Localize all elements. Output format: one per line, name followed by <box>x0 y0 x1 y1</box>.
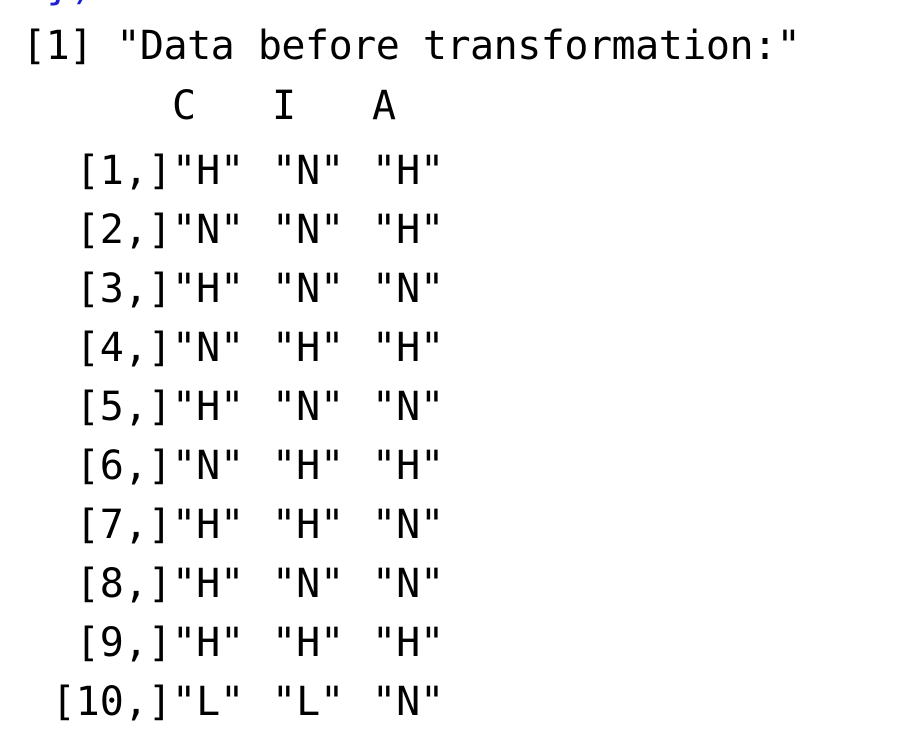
print-output-line: [1] "Data before transformation:" <box>22 23 801 69</box>
cell-c: "N" <box>172 443 245 489</box>
matrix-row: [1,]"H" "N" "H" <box>22 142 472 201</box>
cell-a: "H" <box>372 148 445 194</box>
cell-a: "H" <box>372 207 445 253</box>
cell-i: "N" <box>272 561 345 607</box>
cell-a: "N" <box>372 384 445 430</box>
col-header-i: I <box>272 83 297 129</box>
row-name: [5,] <box>75 384 172 430</box>
row-name: [8,] <box>75 561 172 607</box>
cell-a: "H" <box>372 325 445 371</box>
matrix-row: [7,]"H" "H" "N" <box>22 496 472 555</box>
cell-c: "H" <box>172 266 245 312</box>
row-name: [10,] <box>51 679 172 725</box>
matrix-row: [3,]"H" "N" "N" <box>22 260 472 319</box>
cell-c: "H" <box>172 620 245 666</box>
cell-i: "H" <box>272 620 345 666</box>
matrix-row: [6,]"N" "H" "H" <box>22 437 472 496</box>
row-name: [6,] <box>75 443 172 489</box>
cell-a: "N" <box>372 561 445 607</box>
row-name: [3,] <box>75 266 172 312</box>
col-header-c: C <box>172 83 197 129</box>
cell-a: "H" <box>372 443 445 489</box>
cell-c: "N" <box>172 207 245 253</box>
matrix-row: [10,]"L" "L" "N" <box>22 673 472 732</box>
cell-a: "N" <box>372 266 445 312</box>
cell-c: "H" <box>172 561 245 607</box>
cell-i: "H" <box>272 502 345 548</box>
matrix-row: [8,]"H" "N" "N" <box>22 555 472 614</box>
r-console-output: …}) [1] "Data before transformation:" C I… <box>0 0 900 748</box>
cell-c: "L" <box>172 679 245 725</box>
cell-i: "N" <box>272 384 345 430</box>
cell-a: "H" <box>372 620 445 666</box>
row-name: [9,] <box>75 620 172 666</box>
cell-i: "H" <box>272 443 345 489</box>
row-name: [1,] <box>75 148 172 194</box>
matrix-row: [9,]"H" "H" "H" <box>22 614 472 673</box>
previous-code-line: …}) <box>22 0 94 8</box>
matrix-row: [4,]"N" "H" "H" <box>22 319 472 378</box>
row-name: [4,] <box>75 325 172 371</box>
cell-c: "H" <box>172 384 245 430</box>
cell-c: "H" <box>172 148 245 194</box>
cell-c: "H" <box>172 502 245 548</box>
col-header-a: A <box>372 83 397 129</box>
matrix-body: [1,]"H" "N" "H" [2,]"N" "N" "H" [3,]"H" "N" "N… <box>22 142 472 732</box>
cell-a: "N" <box>372 502 445 548</box>
matrix-header-row: CIA <box>22 84 472 128</box>
cell-i: "N" <box>272 148 345 194</box>
cell-i: "L" <box>272 679 345 725</box>
row-name: [2,] <box>75 207 172 253</box>
matrix-row: [5,]"H" "N" "N" <box>22 378 472 437</box>
cell-i: "H" <box>272 325 345 371</box>
cell-i: "N" <box>272 266 345 312</box>
row-name: [7,] <box>75 502 172 548</box>
cell-c: "N" <box>172 325 245 371</box>
matrix-row: [2,]"N" "N" "H" <box>22 201 472 260</box>
cell-a: "N" <box>372 679 445 725</box>
cell-i: "N" <box>272 207 345 253</box>
